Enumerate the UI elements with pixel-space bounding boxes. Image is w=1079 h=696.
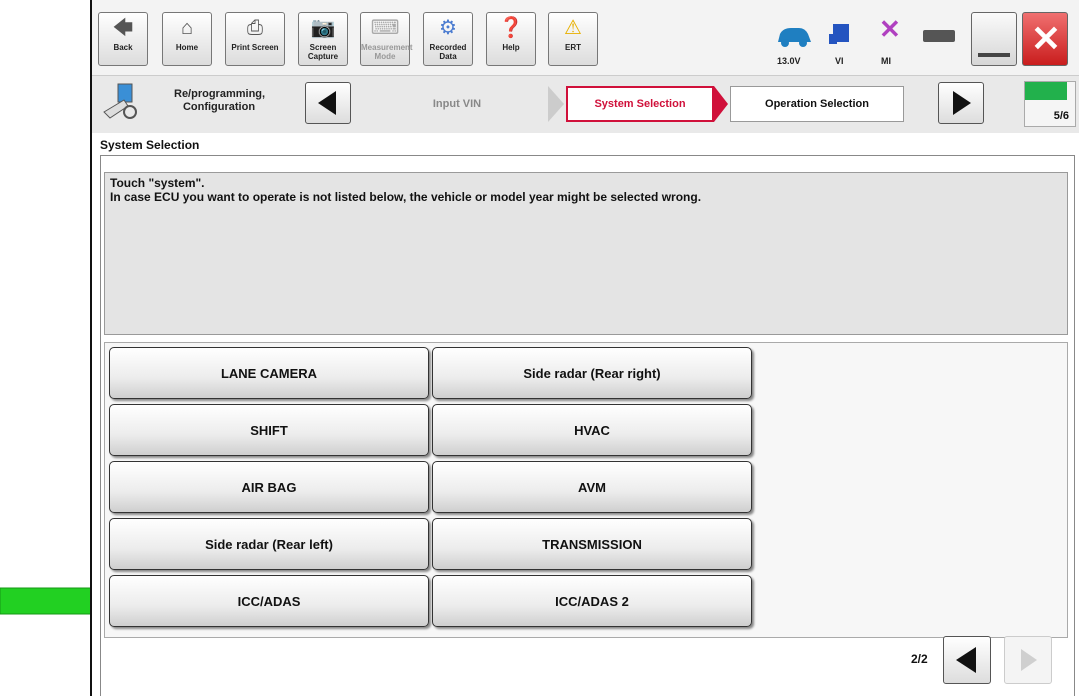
system-button-lane-camera[interactable]: LANE CAMERA xyxy=(109,347,429,399)
voltage-readout: 13.0V xyxy=(777,56,801,66)
toolbar: 🡄 Back ⌂ Home ⎙ Print Screen 📷 Screen Ca… xyxy=(92,0,1079,75)
vi-connection-icon xyxy=(829,24,849,44)
consult-window: 🡄 Back ⌂ Home ⎙ Print Screen 📷 Screen Ca… xyxy=(90,0,1079,696)
triangle-right-icon xyxy=(1021,649,1037,671)
back-button[interactable]: 🡄 Back xyxy=(98,12,148,66)
system-button-icc-adas[interactable]: ICC/ADAS xyxy=(109,575,429,627)
minimize-button[interactable] xyxy=(971,12,1017,66)
progress-indicator: 5/6 xyxy=(1024,81,1076,127)
message-line: Touch "system". xyxy=(110,176,205,190)
measurement-mode-button[interactable]: ⌨ Measurement Mode xyxy=(360,12,413,66)
vi-label: VI xyxy=(835,56,844,66)
battery-icon xyxy=(923,30,955,42)
home-icon: ⌂ xyxy=(180,17,194,39)
measurement-icon: ⌨ xyxy=(370,17,400,39)
reprogramming-icon xyxy=(103,83,137,119)
system-button-air-bag[interactable]: AIR BAG xyxy=(109,461,429,513)
navigation-bar: Re/programming, Configuration Input VIN … xyxy=(92,75,1079,133)
page-indicator: 2/2 xyxy=(911,652,928,666)
ert-button[interactable]: ⚠ ERT xyxy=(548,12,598,66)
prev-page-button[interactable] xyxy=(943,636,991,684)
back-arrow-icon: 🡄 xyxy=(112,17,134,39)
car-battery-icon xyxy=(778,28,811,47)
recorded-data-button[interactable]: ⚙ Recorded Data xyxy=(423,12,473,66)
step-arrow-icon xyxy=(714,86,728,122)
page-title: System Selection xyxy=(100,138,200,152)
step-system-selection: System Selection xyxy=(566,86,714,122)
next-page-button[interactable] xyxy=(1004,636,1052,684)
system-button-hvac[interactable]: HVAC xyxy=(432,404,752,456)
warning-icon: ⚠ xyxy=(564,17,582,39)
close-button[interactable]: ✕ xyxy=(1022,12,1068,66)
nav-back-button[interactable] xyxy=(305,82,351,124)
system-button-side-radar-rear-left[interactable]: Side radar (Rear left) xyxy=(109,518,429,570)
camera-icon: 📷 xyxy=(310,17,336,39)
progress-label: 5/6 xyxy=(1053,110,1069,122)
help-icon: ❓ xyxy=(498,17,524,39)
nav-next-button[interactable] xyxy=(938,82,984,124)
minimize-icon xyxy=(978,53,1010,57)
triangle-left-icon xyxy=(318,91,336,115)
triangle-left-icon xyxy=(956,647,976,673)
progress-bar-fill xyxy=(1025,82,1067,100)
step-input-vin: Input VIN xyxy=(367,86,547,122)
help-button[interactable]: ❓ Help xyxy=(486,12,536,66)
system-button-avm[interactable]: AVM xyxy=(432,461,752,513)
print-screen-button[interactable]: ⎙ Print Screen xyxy=(225,12,285,66)
system-button-shift[interactable]: SHIFT xyxy=(109,404,429,456)
section-label: Re/programming, Configuration xyxy=(174,88,266,113)
system-button-icc-adas-2[interactable]: ICC/ADAS 2 xyxy=(432,575,752,627)
step-operation-selection: Operation Selection xyxy=(730,86,904,122)
triangle-right-icon xyxy=(953,91,971,115)
message-line: In case ECU you want to operate is not l… xyxy=(110,190,702,204)
step-arrow-icon xyxy=(548,86,564,122)
instruction-message: Touch "system". In case ECU you want to … xyxy=(104,172,1068,335)
mi-disconnected-icon: ✕ xyxy=(879,14,901,44)
home-button[interactable]: ⌂ Home xyxy=(162,12,212,66)
system-button-transmission[interactable]: TRANSMISSION xyxy=(432,518,752,570)
system-grid: LANE CAMERA Side radar (Rear right) SHIF… xyxy=(104,342,1068,638)
recorded-data-icon: ⚙ xyxy=(439,17,457,39)
mi-label: MI xyxy=(881,56,891,66)
status-area: 13.0V VI ✕ MI xyxy=(775,10,965,70)
printer-icon: ⎙ xyxy=(247,17,263,39)
close-icon: ✕ xyxy=(1030,18,1062,59)
screen-capture-button[interactable]: 📷 Screen Capture xyxy=(298,12,348,66)
system-button-side-radar-rear-right[interactable]: Side radar (Rear right) xyxy=(432,347,752,399)
